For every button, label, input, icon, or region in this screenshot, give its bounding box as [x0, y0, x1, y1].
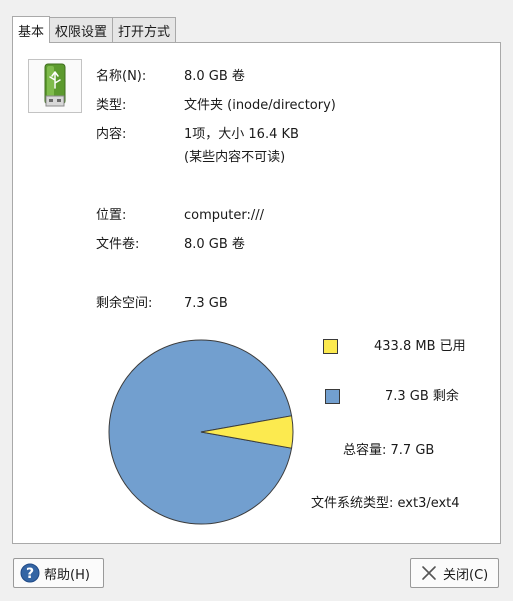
- close-icon: [420, 564, 438, 582]
- volume-value: 8.0 GB 卷: [184, 237, 245, 252]
- free-space-label: 剩余空间:: [96, 296, 153, 311]
- disk-usage-pie: [107, 338, 295, 530]
- help-button-label: 帮助(H): [44, 567, 90, 583]
- tab-permissions[interactable]: 权限设置: [49, 17, 114, 42]
- volume-label: 文件卷:: [96, 237, 140, 252]
- type-label: 类型:: [96, 98, 127, 113]
- help-button[interactable]: ? 帮助(H): [13, 558, 104, 588]
- filesystem-type-text: 文件系统类型: ext3/ext4: [311, 496, 460, 511]
- name-value: 8.0 GB 卷: [184, 69, 245, 84]
- location-value: computer:///: [184, 208, 264, 223]
- used-legend-swatch: [323, 339, 338, 354]
- name-label: 名称(N):: [96, 69, 147, 84]
- close-button-label: 关闭(C): [443, 567, 489, 583]
- close-button[interactable]: 关闭(C): [410, 558, 499, 588]
- type-value: 文件夹 (inode/directory): [184, 98, 336, 113]
- total-capacity-text: 总容量: 7.7 GB: [343, 443, 435, 458]
- free-legend-swatch: [325, 389, 340, 404]
- tab-bar: 基本 权限设置 打开方式: [12, 16, 177, 43]
- contents-label: 内容:: [96, 127, 127, 142]
- contents-value: 1项，大小 16.4 KB: [184, 127, 299, 142]
- free-space-value: 7.3 GB: [184, 296, 228, 311]
- contents-note: (某些内容不可读): [184, 150, 286, 165]
- tab-basic[interactable]: 基本: [12, 16, 51, 43]
- help-icon: ?: [20, 563, 40, 583]
- usb-drive-icon: [28, 59, 82, 113]
- free-space-text: 7.3 GB 剩余: [385, 389, 459, 404]
- tab-open-with[interactable]: 打开方式: [112, 17, 177, 42]
- location-label: 位置:: [96, 208, 127, 223]
- used-space-text: 433.8 MB 已用: [374, 339, 466, 354]
- svg-text:?: ?: [26, 566, 34, 582]
